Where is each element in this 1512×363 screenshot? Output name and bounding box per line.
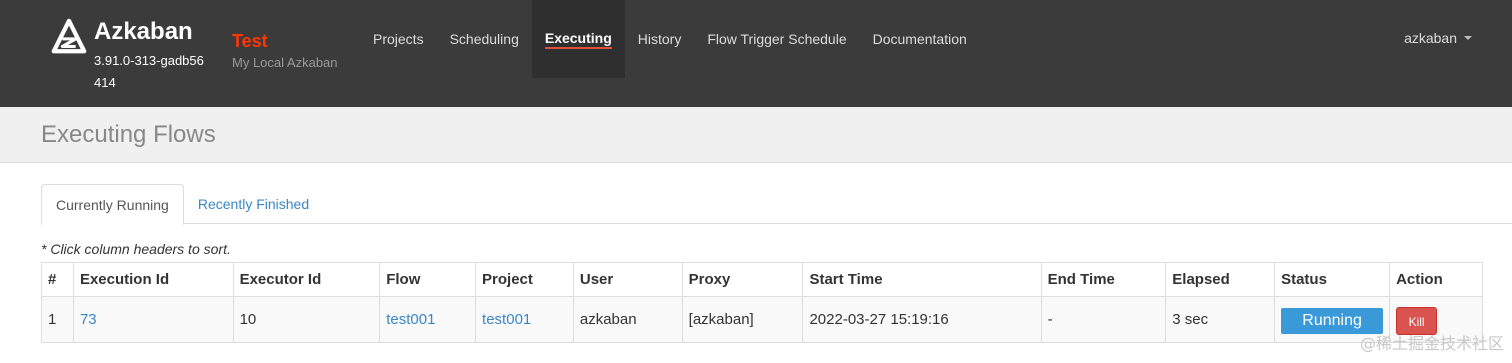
- sort-hint: * Click column headers to sort.: [41, 241, 231, 257]
- column-header-execution-id[interactable]: Execution Id: [72, 262, 234, 297]
- environment-name: Test: [232, 31, 268, 51]
- cell-proxy: [azkaban]: [681, 296, 804, 343]
- nav-flow-trigger-schedule[interactable]: Flow Trigger Schedule: [694, 0, 859, 78]
- cell-user: azkaban: [572, 296, 683, 343]
- column-header-action[interactable]: Action: [1389, 262, 1483, 297]
- brand[interactable]: Azkaban 3.91.0-313-gadb56414: [50, 18, 204, 94]
- main-nav: Projects Scheduling Executing History Fl…: [360, 0, 980, 78]
- environment-label: Test My Local Azkaban: [232, 30, 338, 72]
- environment-description: My Local Azkaban: [232, 55, 338, 70]
- cell-flow: test001: [379, 296, 477, 343]
- flow-link[interactable]: test001: [386, 311, 435, 328]
- project-link[interactable]: test001: [482, 311, 531, 328]
- executing-flows-table: # Execution Id Executor Id Flow Project …: [41, 262, 1483, 343]
- column-header-executor-id[interactable]: Executor Id: [232, 262, 381, 297]
- nav-executing[interactable]: Executing: [531, 0, 625, 78]
- caret-down-icon: [1464, 36, 1472, 40]
- column-header-num[interactable]: #: [41, 262, 74, 297]
- column-header-elapsed[interactable]: Elapsed: [1165, 262, 1276, 297]
- top-navbar: Azkaban 3.91.0-313-gadb56414 Test My Loc…: [0, 0, 1512, 107]
- cell-execution-id: 73: [72, 296, 234, 343]
- column-header-project[interactable]: Project: [475, 262, 574, 297]
- tab-currently-running[interactable]: Currently Running: [41, 184, 184, 225]
- user-menu[interactable]: azkaban: [1404, 30, 1472, 46]
- page-title: Executing Flows: [41, 121, 216, 148]
- cell-project: test001: [475, 296, 574, 343]
- user-menu-label: azkaban: [1404, 30, 1457, 46]
- column-header-proxy[interactable]: Proxy: [681, 262, 804, 297]
- watermark: @稀土掘金技术社区: [1359, 334, 1504, 353]
- azkaban-logo-icon: [51, 18, 87, 54]
- execution-id-link[interactable]: 73: [80, 311, 97, 328]
- nav-scheduling[interactable]: Scheduling: [437, 0, 532, 78]
- table-row: 1 73 10 test001 test001 azkaban [azkaban…: [41, 296, 1483, 343]
- cell-end-time: -: [1040, 296, 1167, 343]
- nav-projects[interactable]: Projects: [360, 0, 437, 78]
- table-header-row: # Execution Id Executor Id Flow Project …: [41, 262, 1483, 297]
- column-header-status[interactable]: Status: [1274, 262, 1391, 297]
- column-header-start-time[interactable]: Start Time: [802, 262, 1042, 297]
- cell-start-time: 2022-03-27 15:19:16: [802, 296, 1042, 343]
- cell-executor-id: 10: [232, 296, 381, 343]
- cell-num: 1: [41, 296, 74, 343]
- column-header-user[interactable]: User: [572, 262, 683, 297]
- column-header-end-time[interactable]: End Time: [1040, 262, 1167, 297]
- execution-tabs: Currently Running Recently Finished: [41, 184, 1512, 225]
- page-header: Executing Flows: [0, 107, 1512, 163]
- brand-version: 3.91.0-313-gadb56414: [94, 53, 204, 90]
- brand-name: Azkaban: [94, 18, 193, 45]
- column-header-flow[interactable]: Flow: [379, 262, 477, 297]
- nav-history[interactable]: History: [625, 0, 695, 78]
- nav-documentation[interactable]: Documentation: [860, 0, 980, 78]
- cell-elapsed: 3 sec: [1165, 296, 1276, 343]
- tab-recently-finished[interactable]: Recently Finished: [184, 184, 323, 224]
